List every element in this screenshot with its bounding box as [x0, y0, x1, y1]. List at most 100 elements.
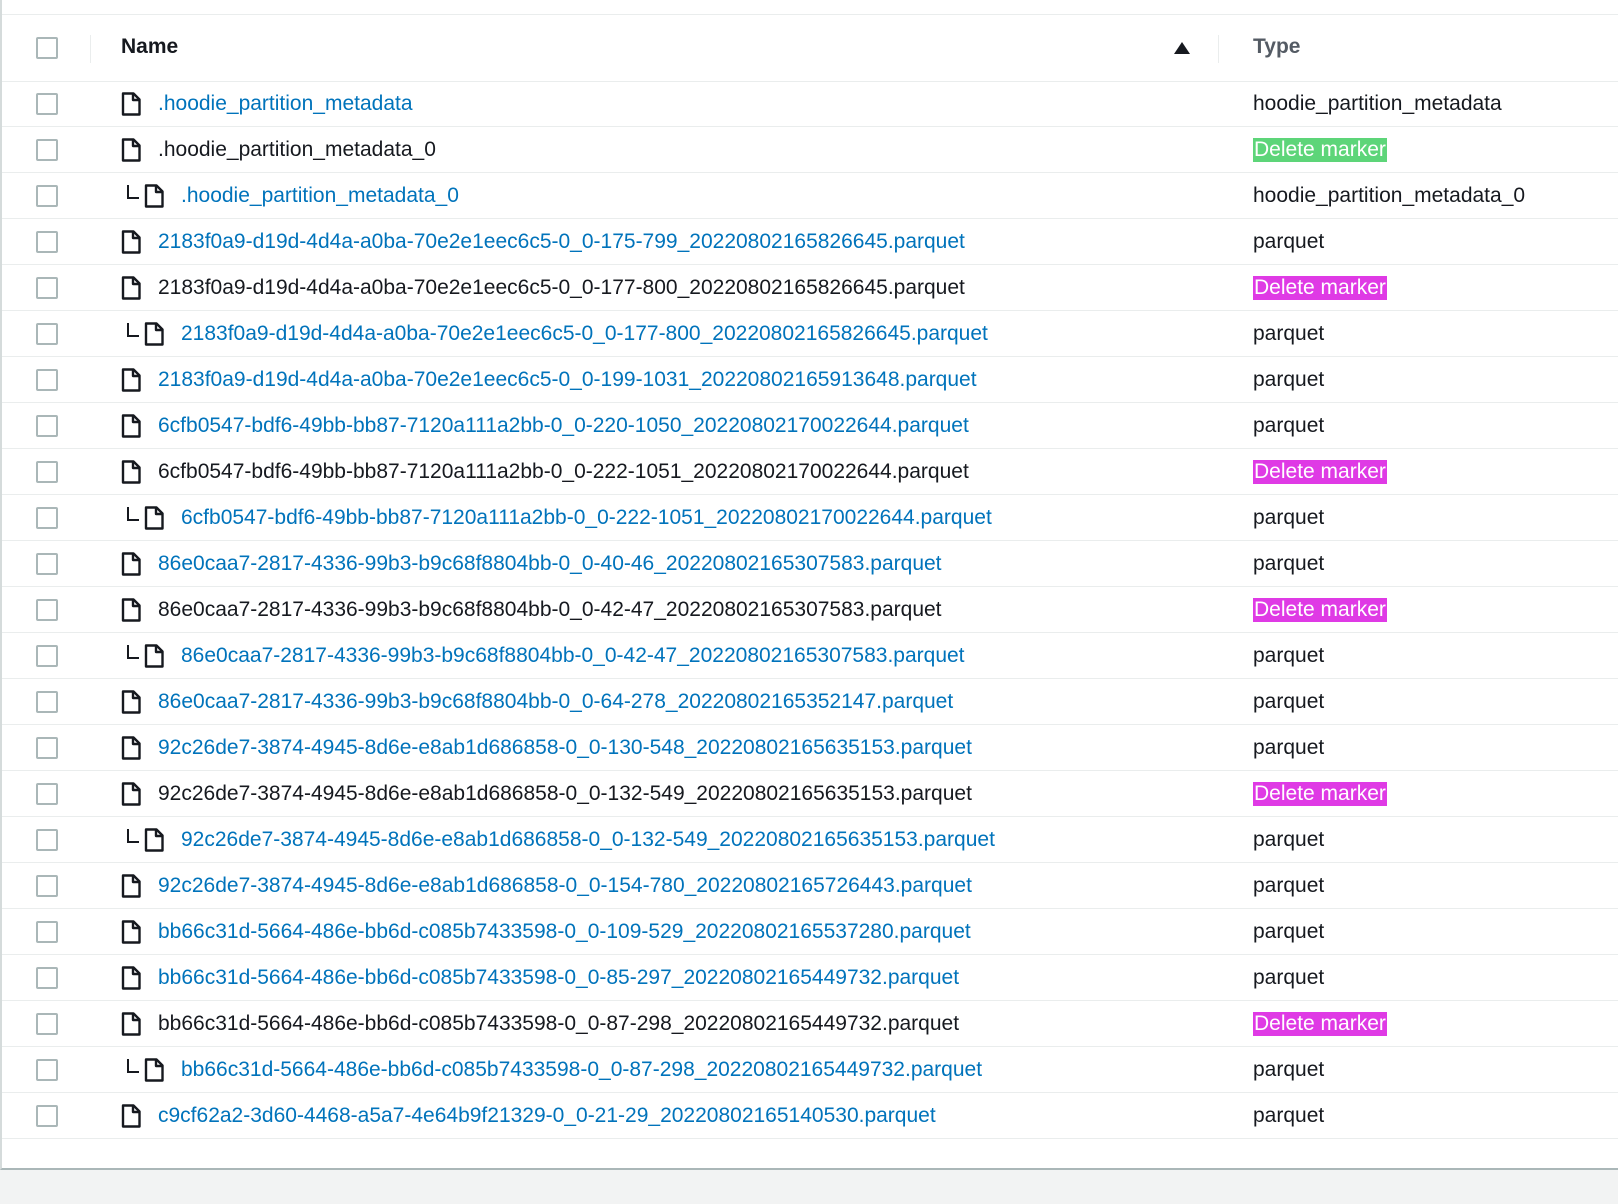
object-name-link[interactable]: bb66c31d-5664-486e-bb6d-c085b7433598-0_0…: [158, 966, 959, 990]
row-select-checkbox[interactable]: [36, 645, 58, 667]
object-name-link[interactable]: 86e0caa7-2817-4336-99b3-b9c68f8804bb-0_0…: [158, 552, 942, 576]
name-cell: c9cf62a2-3d60-4468-a5a7-4e64b9f21329-0_0…: [121, 1093, 936, 1138]
type-cell: parquet: [1253, 495, 1324, 540]
row-select-checkbox[interactable]: [36, 461, 58, 483]
delete-marker-badge: Delete marker: [1253, 137, 1387, 162]
type-cell: parquet: [1253, 725, 1324, 770]
row-select-checkbox[interactable]: [36, 323, 58, 345]
table-body: .hoodie_partition_metadata hoodie_partiti…: [2, 81, 1618, 1139]
object-name-link[interactable]: bb66c31d-5664-486e-bb6d-c085b7433598-0_0…: [158, 920, 971, 944]
file-icon: [121, 689, 141, 714]
name-cell: bb66c31d-5664-486e-bb6d-c085b7433598-0_0…: [121, 1001, 959, 1046]
file-icon: [144, 321, 164, 346]
object-name-link[interactable]: 92c26de7-3874-4945-8d6e-e8ab1d686858-0_0…: [158, 874, 972, 898]
row-select-checkbox[interactable]: [36, 277, 58, 299]
column-header-type[interactable]: Type: [1253, 35, 1300, 59]
file-icon: [121, 459, 141, 484]
file-icon: [121, 275, 141, 300]
object-name-link[interactable]: c9cf62a2-3d60-4468-a5a7-4e64b9f21329-0_0…: [158, 1104, 936, 1128]
file-icon: [121, 91, 141, 116]
name-cell: 86e0caa7-2817-4336-99b3-b9c68f8804bb-0_0…: [121, 679, 953, 724]
table-row: 2183f0a9-d19d-4d4a-a0ba-70e2e1eec6c5-0_0…: [2, 219, 1618, 265]
file-icon: [121, 551, 141, 576]
type-cell: parquet: [1253, 1093, 1324, 1138]
row-select-checkbox[interactable]: [36, 185, 58, 207]
object-name-link[interactable]: 6cfb0547-bdf6-49bb-bb87-7120a111a2bb-0_0…: [181, 506, 992, 530]
file-icon: [144, 827, 164, 852]
name-cell: bb66c31d-5664-486e-bb6d-c085b7433598-0_0…: [121, 909, 971, 954]
table-row: 86e0caa7-2817-4336-99b3-b9c68f8804bb-0_0…: [2, 679, 1618, 725]
row-select-checkbox[interactable]: [36, 599, 58, 621]
name-cell: 92c26de7-3874-4945-8d6e-e8ab1d686858-0_0…: [121, 771, 972, 816]
row-select-checkbox[interactable]: [36, 691, 58, 713]
object-name-link[interactable]: .hoodie_partition_metadata_0: [181, 184, 459, 208]
object-type: parquet: [1253, 321, 1325, 345]
table-row: 2183f0a9-d19d-4d4a-a0ba-70e2e1eec6c5-0_0…: [2, 265, 1618, 311]
object-name-link[interactable]: bb66c31d-5664-486e-bb6d-c085b7433598-0_0…: [181, 1058, 982, 1082]
row-select-checkbox[interactable]: [36, 1105, 58, 1127]
column-header-name[interactable]: Name: [121, 35, 178, 59]
object-name-link[interactable]: 2183f0a9-d19d-4d4a-a0ba-70e2e1eec6c5-0_0…: [158, 368, 977, 392]
object-name-link[interactable]: 2183f0a9-d19d-4d4a-a0ba-70e2e1eec6c5-0_0…: [181, 322, 988, 346]
object-name-link[interactable]: 6cfb0547-bdf6-49bb-bb87-7120a111a2bb-0_0…: [158, 414, 969, 438]
row-select-checkbox[interactable]: [36, 875, 58, 897]
object-name-link[interactable]: 92c26de7-3874-4945-8d6e-e8ab1d686858-0_0…: [158, 736, 972, 760]
object-name-link[interactable]: 92c26de7-3874-4945-8d6e-e8ab1d686858-0_0…: [181, 828, 995, 852]
row-select-checkbox[interactable]: [36, 1013, 58, 1035]
row-select-checkbox[interactable]: [36, 921, 58, 943]
object-type: parquet: [1253, 1103, 1325, 1127]
table-row: 2183f0a9-d19d-4d4a-a0ba-70e2e1eec6c5-0_0…: [2, 357, 1618, 403]
delete-marker-badge: Delete marker: [1253, 275, 1387, 300]
type-cell: parquet: [1253, 817, 1324, 862]
row-select-checkbox[interactable]: [36, 93, 58, 115]
type-cell: Delete marker: [1253, 127, 1387, 172]
row-select-checkbox[interactable]: [36, 783, 58, 805]
row-select-checkbox[interactable]: [36, 553, 58, 575]
type-cell: parquet: [1253, 679, 1324, 724]
object-name: 92c26de7-3874-4945-8d6e-e8ab1d686858-0_0…: [158, 781, 972, 805]
table-row: 6cfb0547-bdf6-49bb-bb87-7120a111a2bb-0_0…: [2, 403, 1618, 449]
name-cell: 6cfb0547-bdf6-49bb-bb87-7120a111a2bb-0_0…: [121, 449, 969, 494]
type-cell: parquet: [1253, 863, 1324, 908]
delete-marker-badge: Delete marker: [1253, 597, 1387, 622]
file-icon: [121, 965, 141, 990]
object-type: parquet: [1253, 689, 1325, 713]
object-name-link[interactable]: .hoodie_partition_metadata: [158, 92, 413, 116]
table-row: bb66c31d-5664-486e-bb6d-c085b7433598-0_0…: [2, 909, 1618, 955]
version-branch-icon: [127, 322, 139, 337]
row-select-checkbox[interactable]: [36, 139, 58, 161]
object-name-link[interactable]: 86e0caa7-2817-4336-99b3-b9c68f8804bb-0_0…: [181, 644, 965, 668]
name-cell: .hoodie_partition_metadata_0: [121, 127, 436, 172]
select-all-checkbox[interactable]: [36, 37, 58, 59]
row-select-checkbox[interactable]: [36, 1059, 58, 1081]
type-cell: hoodie_partition_metadata: [1253, 81, 1502, 126]
object-type: parquet: [1253, 873, 1325, 897]
table-row-version: 92c26de7-3874-4945-8d6e-e8ab1d686858-0_0…: [2, 817, 1618, 863]
file-icon: [121, 229, 141, 254]
row-select-checkbox[interactable]: [36, 967, 58, 989]
object-type: parquet: [1253, 505, 1325, 529]
row-select-checkbox[interactable]: [36, 829, 58, 851]
row-select-checkbox[interactable]: [36, 415, 58, 437]
header-divider: [1218, 35, 1219, 63]
file-icon: [121, 919, 141, 944]
delete-marker-badge: Delete marker: [1253, 459, 1387, 484]
row-select-checkbox[interactable]: [36, 231, 58, 253]
type-cell: parquet: [1253, 403, 1324, 448]
name-cell: 92c26de7-3874-4945-8d6e-e8ab1d686858-0_0…: [121, 863, 972, 908]
sort-ascending-icon[interactable]: [1174, 42, 1190, 54]
object-type: parquet: [1253, 367, 1325, 391]
file-icon: [121, 1103, 141, 1128]
file-icon: [144, 505, 164, 530]
row-select-checkbox[interactable]: [36, 369, 58, 391]
object-name-link[interactable]: 86e0caa7-2817-4336-99b3-b9c68f8804bb-0_0…: [158, 690, 953, 714]
table-header: Name Type: [2, 15, 1618, 82]
table-row: 86e0caa7-2817-4336-99b3-b9c68f8804bb-0_0…: [2, 541, 1618, 587]
object-name-link[interactable]: 2183f0a9-d19d-4d4a-a0ba-70e2e1eec6c5-0_0…: [158, 230, 965, 254]
table-row-version: 2183f0a9-d19d-4d4a-a0ba-70e2e1eec6c5-0_0…: [2, 311, 1618, 357]
row-select-checkbox[interactable]: [36, 507, 58, 529]
name-cell: 6cfb0547-bdf6-49bb-bb87-7120a111a2bb-0_0…: [121, 403, 969, 448]
version-branch-icon: [127, 506, 139, 521]
name-cell: 2183f0a9-d19d-4d4a-a0ba-70e2e1eec6c5-0_0…: [121, 357, 977, 402]
row-select-checkbox[interactable]: [36, 737, 58, 759]
